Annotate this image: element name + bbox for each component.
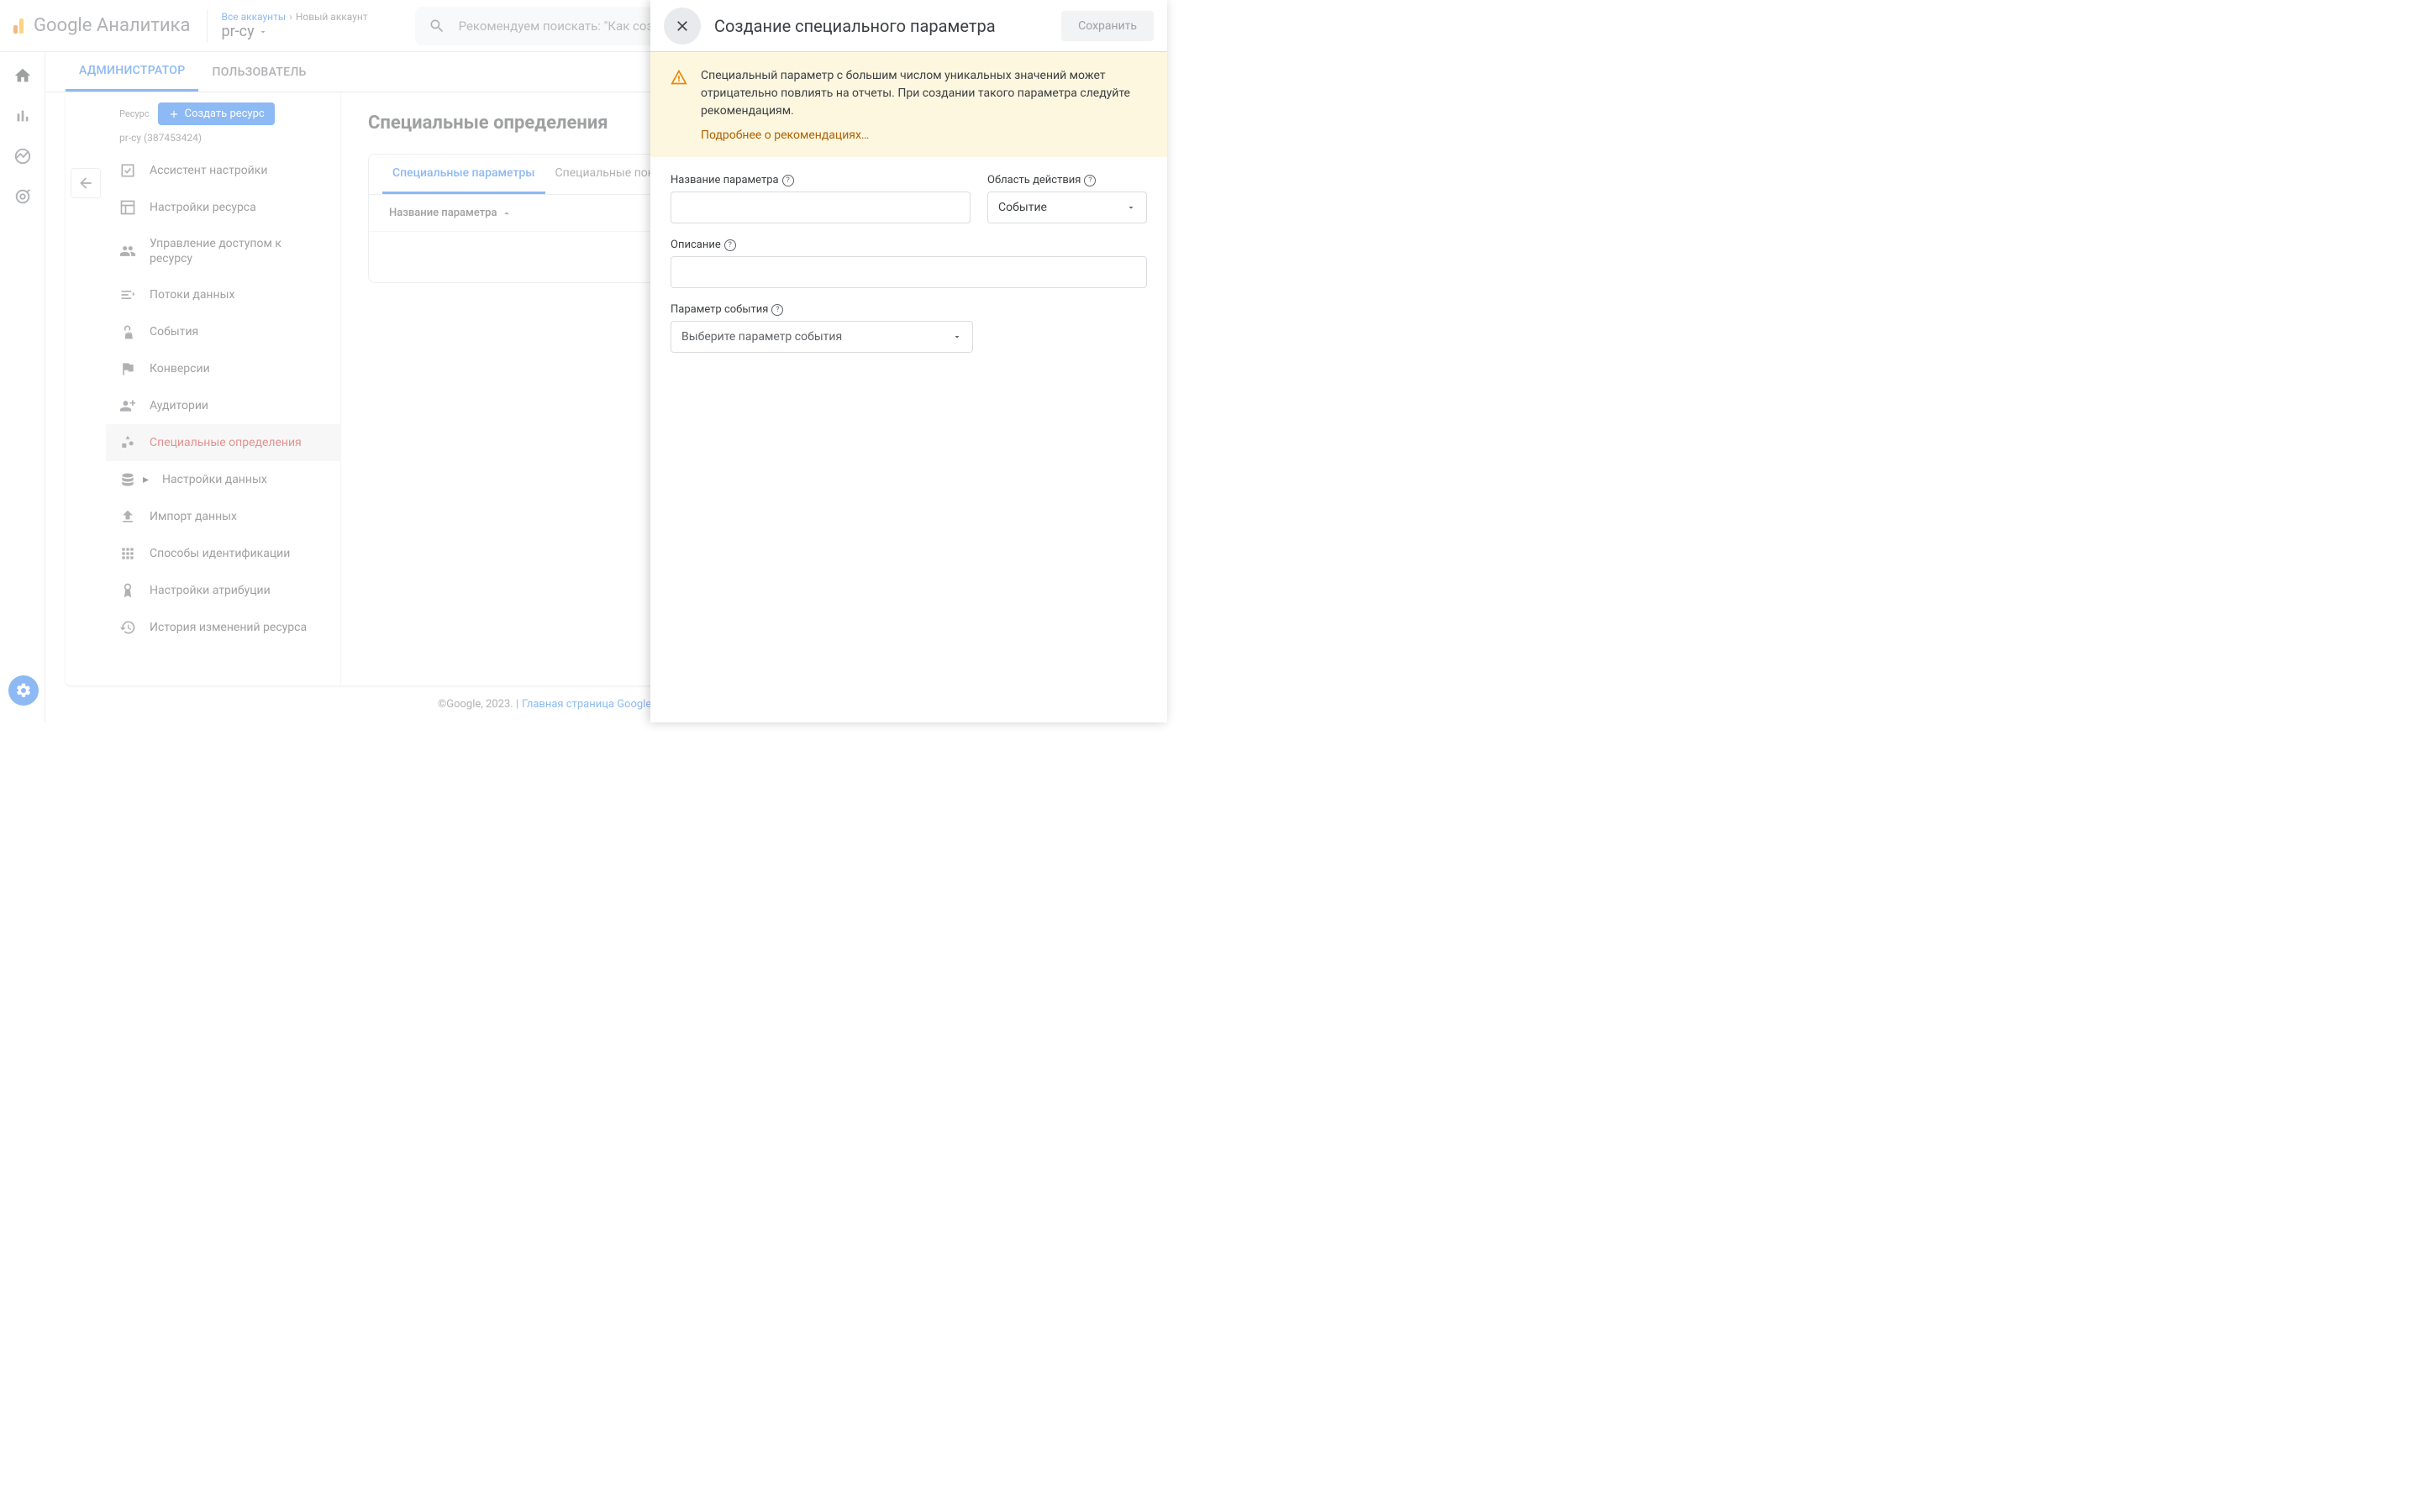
field-group-scope: Область действия ? Событие [987, 174, 1147, 223]
close-button[interactable] [664, 8, 701, 45]
scope-value: Событие [998, 201, 1047, 214]
warning-icon [671, 69, 687, 86]
field-group-name: Название параметра ? [671, 174, 971, 223]
create-dimension-drawer: Создание специального параметра Сохранит… [650, 0, 1167, 722]
label-event-param: Параметр события ? [671, 303, 973, 316]
label-description: Описание ? [671, 239, 1147, 251]
help-icon[interactable]: ? [771, 304, 783, 316]
event-param-select[interactable]: Выберите параметр события [671, 321, 973, 353]
label-scope-text: Область действия [987, 174, 1081, 186]
event-param-placeholder: Выберите параметр события [681, 330, 842, 344]
help-icon[interactable]: ? [724, 239, 736, 251]
label-description-text: Описание [671, 239, 721, 251]
close-icon [674, 18, 691, 34]
help-icon[interactable]: ? [1084, 175, 1096, 186]
warning-text: Специальный параметр с большим числом ун… [701, 67, 1147, 120]
scope-select[interactable]: Событие [987, 192, 1147, 223]
warning-link[interactable]: Подробнее о рекомендациях… [701, 129, 869, 142]
caret-down-icon [952, 332, 962, 342]
warning-banner: Специальный параметр с большим числом ун… [650, 52, 1167, 157]
drawer-header: Создание специального параметра Сохранит… [650, 0, 1167, 52]
param-name-input[interactable] [671, 192, 971, 223]
description-input[interactable] [671, 256, 1147, 288]
drawer-body: Название параметра ? Область действия ? … [650, 157, 1167, 385]
field-group-event-param: Параметр события ? Выберите параметр соб… [671, 303, 973, 353]
label-event-param-text: Параметр события [671, 303, 768, 316]
field-group-description: Описание ? [671, 239, 1147, 288]
label-scope: Область действия ? [987, 174, 1147, 186]
caret-down-icon [1126, 202, 1136, 213]
label-param-name-text: Название параметра [671, 174, 779, 186]
warning-content: Специальный параметр с большим числом ун… [701, 67, 1147, 142]
help-icon[interactable]: ? [782, 175, 794, 186]
drawer-title: Создание специального параметра [714, 16, 1048, 36]
save-button[interactable]: Сохранить [1061, 11, 1154, 41]
label-param-name: Название параметра ? [671, 174, 971, 186]
